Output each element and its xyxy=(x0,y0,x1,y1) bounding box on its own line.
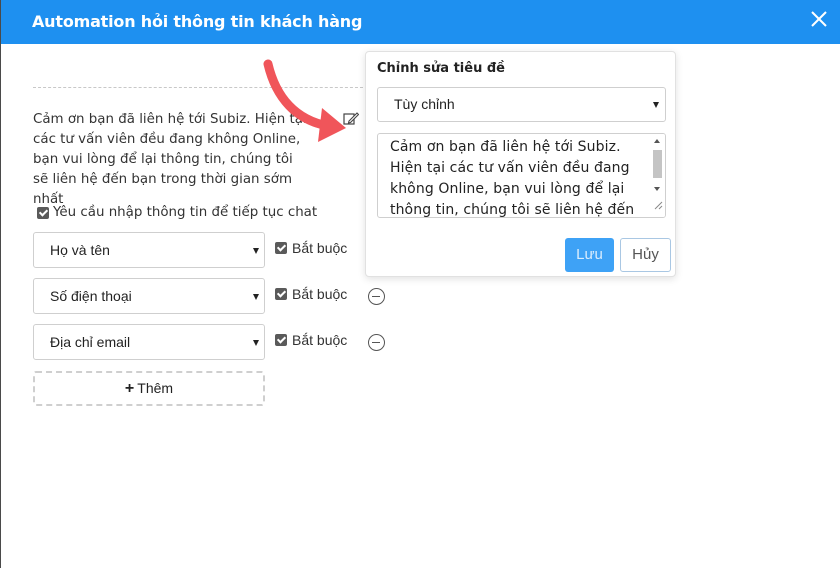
save-button[interactable]: Lưu xyxy=(565,238,614,272)
scroll-down-icon[interactable] xyxy=(654,187,660,191)
title-mode-select[interactable]: Tùy chỉnh xyxy=(377,87,666,122)
field-type-select[interactable]: Họ và tên xyxy=(33,232,265,268)
plus-icon: + xyxy=(124,380,135,397)
dialog-header: Automation hỏi thông tin khách hàng xyxy=(1,0,840,44)
required-toggle[interactable]: Bắt buộc xyxy=(275,286,347,302)
required-checkbox[interactable] xyxy=(275,288,287,300)
field-type-select[interactable]: Địa chỉ email xyxy=(33,324,265,360)
caret-down-icon xyxy=(653,102,659,108)
edit-pencil-icon[interactable] xyxy=(343,112,360,126)
require-info-toggle[interactable]: Yêu cầu nhập thông tin để tiếp tục chat xyxy=(37,205,317,220)
required-toggle[interactable]: Bắt buộc xyxy=(275,332,347,348)
title-textarea[interactable]: Cảm ơn bạn đã liên hệ tới Subiz. Hiện tạ… xyxy=(377,133,666,218)
required-label: Bắt buộc xyxy=(292,240,348,256)
field-row-phone: Số điện thoại Bắt buộc xyxy=(33,278,393,314)
field-type-value: Số điện thoại xyxy=(50,288,132,304)
red-curved-arrow-icon xyxy=(256,58,348,153)
require-info-label: Yêu cầu nhập thông tin để tiếp tục chat xyxy=(53,205,318,220)
close-icon[interactable] xyxy=(810,10,828,28)
field-row-name: Họ và tên Bắt buộc xyxy=(33,232,393,268)
required-checkbox[interactable] xyxy=(275,334,287,346)
cancel-button[interactable]: Hủy xyxy=(620,238,671,272)
required-label: Bắt buộc xyxy=(292,332,348,348)
field-row-email: Địa chỉ email Bắt buộc xyxy=(33,324,393,360)
minus-circle-icon[interactable] xyxy=(368,288,385,305)
field-type-value: Họ và tên xyxy=(50,242,110,258)
caret-down-icon xyxy=(253,248,259,254)
minus-circle-icon[interactable] xyxy=(368,334,385,351)
automation-dialog: Automation hỏi thông tin khách hàng Cảm … xyxy=(1,0,840,568)
require-info-checkbox[interactable] xyxy=(37,206,49,219)
field-type-value: Địa chỉ email xyxy=(50,334,131,350)
required-checkbox[interactable] xyxy=(275,242,287,254)
popover-title: Chỉnh sửa tiêu đề xyxy=(377,61,505,76)
resize-handle-icon[interactable] xyxy=(654,197,663,215)
required-label: Bắt buộc xyxy=(292,286,348,302)
field-type-select[interactable]: Số điện thoại xyxy=(33,278,265,314)
scrollbar-thumb[interactable] xyxy=(653,150,662,178)
dialog-title: Automation hỏi thông tin khách hàng xyxy=(32,12,363,31)
title-mode-value: Tùy chỉnh xyxy=(394,96,455,112)
caret-down-icon xyxy=(253,340,259,346)
edit-title-popover: Chỉnh sửa tiêu đề Tùy chỉnh Cảm ơn bạn đ… xyxy=(365,51,676,277)
title-textarea-text: Cảm ơn bạn đã liên hệ tới Subiz. Hiện tạ… xyxy=(390,139,635,218)
caret-down-icon xyxy=(253,294,259,300)
add-field-label: Thêm xyxy=(137,380,174,396)
required-toggle[interactable]: Bắt buộc xyxy=(275,240,347,256)
scroll-up-icon[interactable] xyxy=(654,139,660,143)
add-field-button[interactable]: + Thêm xyxy=(33,371,265,406)
